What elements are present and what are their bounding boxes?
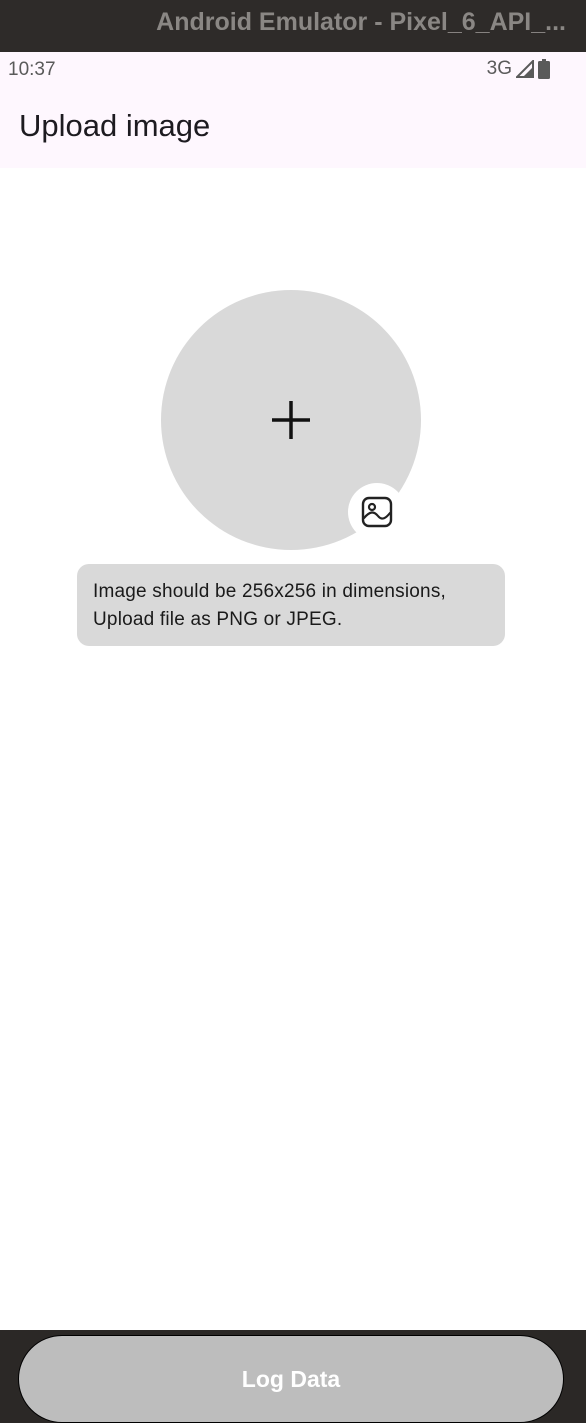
log-data-button[interactable]: Log Data <box>18 1335 564 1423</box>
hint-line-dimensions: Image should be 256x256 in dimensions, <box>93 581 446 602</box>
signal-icon <box>516 60 534 78</box>
phone-screen: 10:37 3G Upload image Image should be 25… <box>0 52 586 1423</box>
hint-line-format: Upload file as PNG or JPEG. <box>93 609 343 630</box>
window-title: Android Emulator - Pixel_6_API_... <box>156 8 566 36</box>
status-time: 10:37 <box>8 59 56 80</box>
page-title: Upload image <box>19 108 211 143</box>
network-type: 3G <box>486 58 512 79</box>
content-area: Image should be 256x256 in dimensions, U… <box>0 168 586 1423</box>
status-bar: 10:37 3G <box>0 52 586 88</box>
emulator-titlebar: Android Emulator - Pixel_6_API_... <box>0 0 586 52</box>
gallery-picker-button[interactable] <box>348 483 406 541</box>
battery-icon <box>538 59 550 79</box>
image-gallery-icon <box>361 496 393 528</box>
upload-hint: Image should be 256x256 in dimensions, U… <box>77 564 505 646</box>
status-icons: 3G <box>487 58 550 80</box>
plus-icon <box>272 401 310 439</box>
app-bar: Upload image <box>0 88 586 168</box>
